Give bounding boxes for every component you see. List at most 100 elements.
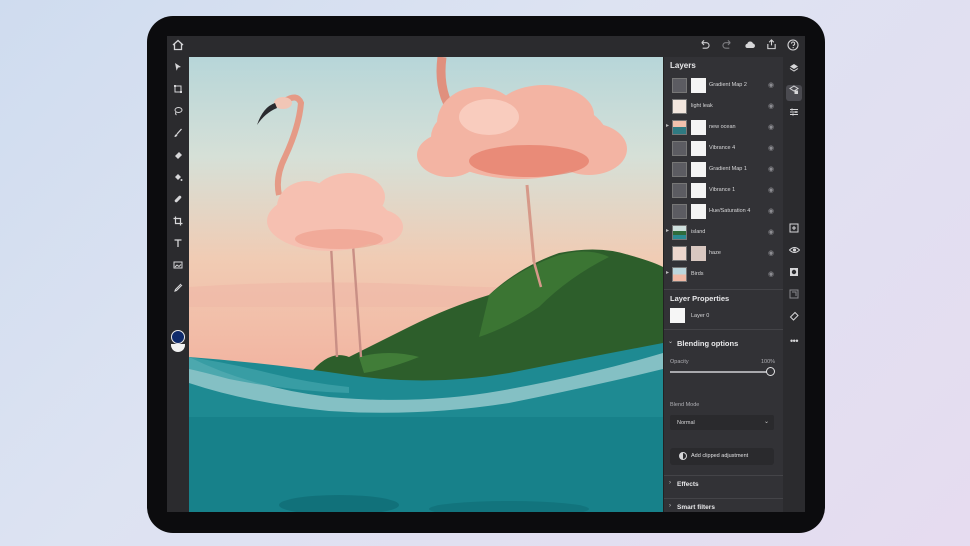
smart-filters-title[interactable]: Smart filters [677,504,715,511]
help-icon[interactable] [786,39,800,53]
fill-icon[interactable] [170,171,186,187]
eraser-icon[interactable] [170,149,186,165]
blend-mode-select[interactable]: Normal ⌄ [670,415,774,430]
brush-icon[interactable] [170,127,186,143]
visibility-icon[interactable]: ◉ [768,165,774,173]
canvas[interactable] [189,57,663,512]
layer-row[interactable]: ▸ Birds ◉ [664,265,784,285]
type-icon[interactable] [170,237,186,253]
layer-row[interactable]: haze ◉ [664,244,784,264]
panel-divider [664,475,784,476]
select-icon[interactable] [170,61,186,77]
layer-mask-thumbnail [691,141,706,156]
layer-name: haze [709,250,721,256]
layer-mask-thumbnail [691,183,706,198]
add-layer-icon[interactable] [786,223,802,239]
visibility-icon[interactable]: ◉ [768,186,774,194]
visibility-icon[interactable]: ◉ [768,270,774,278]
layer-row[interactable]: Vibrance 1 ◉ [664,181,784,201]
transform-icon[interactable] [170,83,186,99]
visibility-icon[interactable]: ◉ [768,102,774,110]
adjustment-icon [679,452,687,460]
layer-name: new ocean [709,124,736,130]
blend-mode-value: Normal [677,420,695,426]
layers-icon[interactable] [786,63,802,79]
eyedropper-icon[interactable] [170,281,186,297]
background-color-swatch[interactable] [171,344,185,352]
layer-mask-thumbnail [691,162,706,177]
visibility-icon[interactable] [786,245,802,261]
visibility-icon[interactable]: ◉ [768,81,774,89]
visibility-icon[interactable]: ◉ [768,207,774,215]
foreground-color-swatch[interactable] [171,330,185,344]
blend-mode-label: Blend Mode [670,402,700,408]
layer-thumbnail [670,308,685,323]
layer-name: Gradient Map 2 [709,82,747,88]
adjustments-icon[interactable] [786,85,802,101]
artwork-image [189,57,663,512]
image-icon[interactable] [170,259,186,275]
chevron-down-icon[interactable]: ⌄ [668,338,673,345]
panel-divider [664,498,784,499]
app-screen: Layers Gradient Map 2 ◉ light leak ◉ ▸ n… [167,36,805,512]
opacity-slider-track[interactable] [670,371,770,373]
layer-row[interactable]: light leak ◉ [664,97,784,117]
adjustment-layer-icon [672,162,687,177]
chevron-right-icon[interactable]: ▸ [666,227,669,234]
lasso-icon[interactable] [170,105,186,121]
right-icon-strip: ••• [783,57,805,512]
visibility-icon[interactable]: ◉ [768,249,774,257]
chevron-down-icon: ⌄ [764,419,770,425]
undo-icon[interactable] [697,39,711,53]
chevron-right-icon[interactable]: ▸ [666,122,669,129]
layer-row[interactable]: Gradient Map 1 ◉ [664,160,784,180]
more-icon[interactable]: ••• [786,333,802,349]
layer-thumbnail [672,246,687,261]
effects-title[interactable]: Effects [677,481,699,488]
crop-icon[interactable] [170,215,186,231]
visibility-icon[interactable]: ◉ [768,228,774,236]
opacity-label: Opacity [670,359,689,365]
layer-name: Vibrance 1 [709,187,736,193]
layer-name: Layer 0 [691,313,710,319]
adjustment-layer-icon [672,141,687,156]
layer-mask-thumbnail [691,204,706,219]
layer-row[interactable]: Vibrance 4 ◉ [664,139,784,159]
chevron-right-icon[interactable]: ▸ [666,269,669,276]
layer-mask-thumbnail [691,120,706,135]
layer-row[interactable]: ▸ island ◉ [664,223,784,243]
mask-icon[interactable] [786,267,802,283]
layer-properties-title: Layer Properties [670,294,730,303]
chevron-right-icon[interactable]: › [669,480,671,486]
layer-name: Birds [691,271,704,277]
layer-name: Gradient Map 1 [709,166,747,172]
chevron-right-icon[interactable]: › [669,503,671,509]
layer-row[interactable]: Hue/Saturation 4 ◉ [664,202,784,222]
adjustment-layer-icon [672,78,687,93]
add-clipped-adjustment-button[interactable]: Add clipped adjustment [670,448,774,465]
top-bar [167,36,805,57]
cloud-icon[interactable] [743,39,757,53]
add-clipped-adjustment-label: Add clipped adjustment [691,453,749,459]
share-icon[interactable] [764,39,778,53]
layer-row[interactable]: Gradient Map 2 ◉ [664,76,784,96]
layer-thumbnail [672,99,687,114]
healing-icon[interactable] [170,193,186,209]
blending-options-title[interactable]: Blending options [677,339,738,348]
layer-name: island [691,229,706,235]
visibility-icon[interactable]: ◉ [768,123,774,131]
ipad-device: Layers Gradient Map 2 ◉ light leak ◉ ▸ n… [147,16,825,533]
opacity-slider-thumb[interactable] [765,367,775,376]
redo-icon[interactable] [720,39,734,53]
clip-icon[interactable] [786,289,802,305]
left-toolbar [167,57,189,512]
eraser-tag-icon[interactable] [786,311,802,327]
layers-panel-title: Layers [670,61,696,70]
visibility-icon[interactable]: ◉ [768,144,774,152]
layer-thumbnail [672,267,687,282]
panel-divider [664,329,784,330]
layer-row[interactable]: ▸ new ocean ◉ [664,118,784,138]
properties-icon[interactable] [786,107,802,123]
layer-name: Hue/Saturation 4 [709,208,751,214]
home-icon[interactable] [171,39,185,53]
